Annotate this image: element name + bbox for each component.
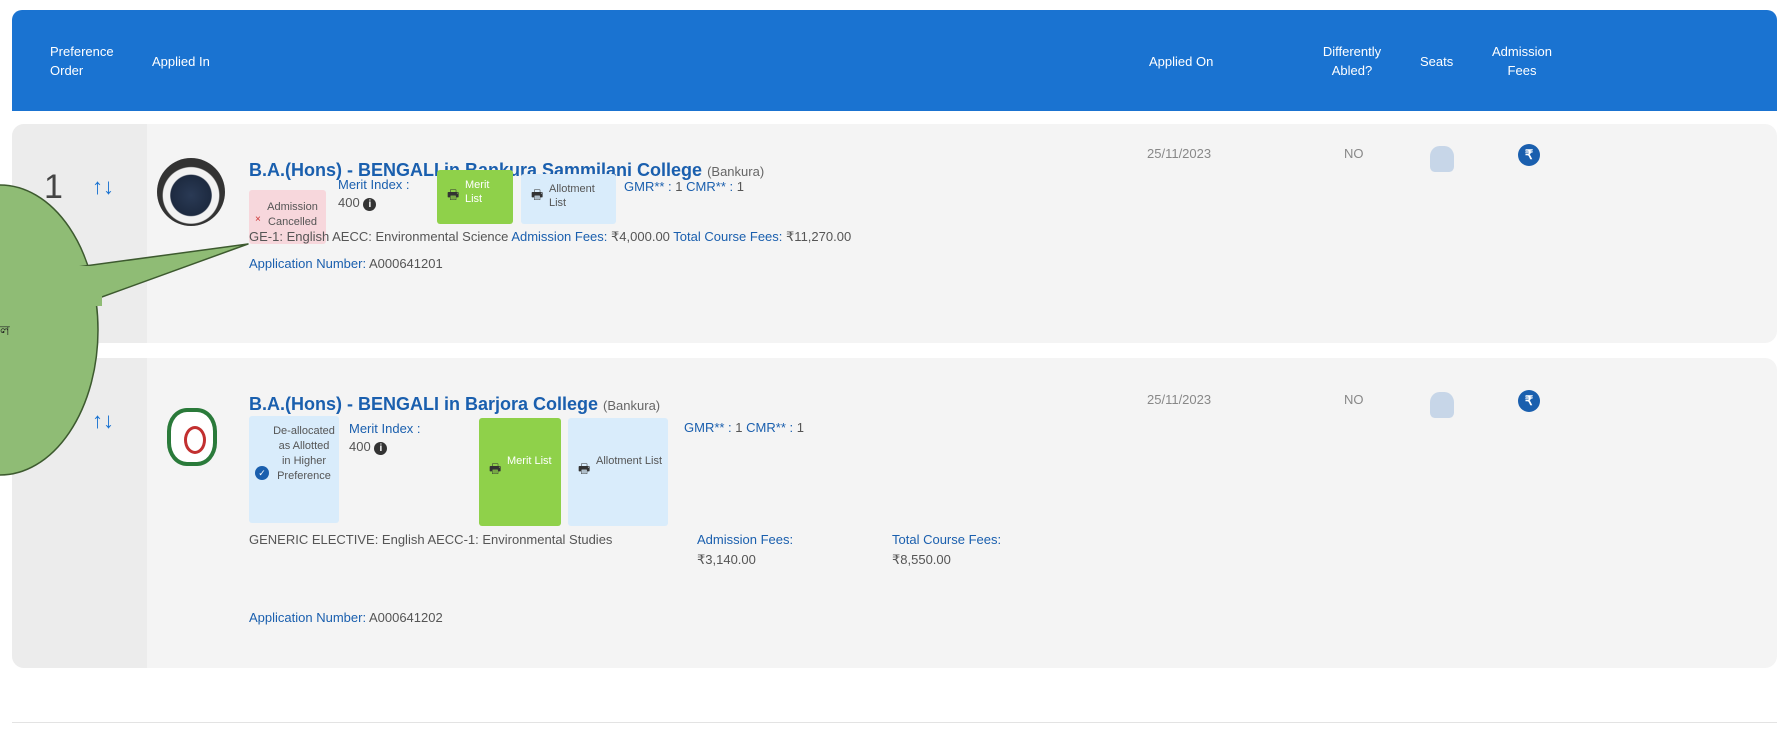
merit-list-label: Merit List (507, 455, 552, 467)
gmr-value: 1 (675, 179, 683, 194)
merit-list-button[interactable]: 🖶 Merit List (479, 418, 561, 526)
admission-fees-label: Admission Fees: (697, 532, 794, 547)
app-no-value: A000641202 (368, 610, 443, 625)
allotment-list-button[interactable]: 🖶 Allotment List (568, 418, 668, 526)
admission-fees: Admission Fees: ₹3,140.00 (697, 530, 837, 570)
divider (12, 722, 1777, 736)
printer-icon: 🖶 (447, 187, 460, 202)
course-title[interactable]: B.A.(Hons) - BENGALI in Barjora College … (249, 394, 660, 415)
seat-icon[interactable] (1430, 146, 1454, 172)
course-name: B.A.(Hons) - BENGALI in Barjora College (249, 394, 599, 414)
gmr-label: GMR** : (684, 420, 732, 435)
applied-on-date: 25/11/2023 (1147, 392, 1212, 407)
merit-list-button[interactable]: 🖶 Merit List (437, 170, 513, 224)
table-row: 1 ↑↓ B.A.(Hons) - BENGALI in Bankura Sam… (12, 124, 1777, 343)
printer-icon: 🖶 (578, 461, 591, 476)
gmr-value: 1 (735, 420, 743, 435)
fee-payment-icon[interactable]: ₹ (1518, 144, 1540, 166)
applied-on-date: 25/11/2023 (1147, 146, 1212, 161)
application-number: Application Number: A000641202 (249, 610, 443, 625)
cmr-value: 1 (736, 179, 744, 194)
merit-index: Merit Index : 400 i (338, 176, 428, 212)
total-fees-value: ₹11,270.00 (786, 229, 852, 244)
subject-line: GE-1: English AECC: Environmental Scienc… (249, 229, 851, 245)
info-icon[interactable]: i (363, 198, 377, 211)
gmr-label: GMR** : (624, 179, 672, 194)
total-fees: Total Course Fees: ₹8,550.00 (892, 530, 1062, 570)
app-no-label: Application Number: (249, 256, 367, 271)
callout-text: ল (0, 323, 10, 338)
printer-icon: 🖶 (531, 187, 544, 202)
district: (Bankura) (603, 398, 661, 413)
merit-list-label: Merit List (465, 179, 490, 205)
allotment-list-button[interactable]: 🖶 Allotment List (521, 174, 616, 224)
app-no-value: A000641201 (368, 256, 443, 271)
status-text: De-allocated as Allotted in Higher Prefe… (273, 425, 335, 482)
subjects: GE-1: English AECC: Environmental Scienc… (249, 229, 509, 244)
total-fees-label: Total Course Fees: (892, 532, 1002, 547)
page: Preference Order Applied In Applied On D… (0, 0, 1781, 736)
differently-abled-value: NO (1344, 392, 1364, 407)
header-admission-fees: Admission Fees (1492, 44, 1552, 78)
admission-fees-label: Admission Fees: (511, 229, 608, 244)
cmr-value: 1 (796, 420, 804, 435)
merit-index: Merit Index : 400 i (349, 420, 439, 456)
cmr-label: CMR** : (686, 179, 734, 194)
status-text: Admission Cancelled (267, 201, 318, 228)
app-no-label: Application Number: (249, 610, 367, 625)
total-fees-value: ₹8,550.00 (892, 552, 951, 567)
header-applied-on: Applied On (1149, 54, 1214, 69)
gmr-cmr: GMR** : 1 CMR** : 1 (684, 420, 804, 435)
header-differently-abled: Differently Abled? (1322, 44, 1382, 78)
admission-fees-value: ₹4,000.00 (611, 229, 670, 244)
subjects: GENERIC ELECTIVE: English AECC-1: Enviro… (249, 532, 613, 547)
differently-abled-value: NO (1344, 146, 1364, 161)
gmr-cmr: GMR** : 1 CMR** : 1 (624, 179, 744, 194)
info-icon[interactable]: i (374, 442, 388, 455)
merit-label: Merit Index : (338, 177, 410, 192)
callout-bubble (0, 184, 249, 476)
status-badge: ✓ De-allocated as Allotted in Higher Pre… (249, 416, 339, 523)
allotment-list-label: Allotment List (596, 455, 663, 467)
header-seats: Seats (1420, 54, 1454, 69)
fee-payment-icon[interactable]: ₹ (1518, 390, 1540, 412)
cmr-label: CMR** : (746, 420, 794, 435)
application-number: Application Number: A000641201 (249, 256, 443, 271)
merit-label: Merit Index : (349, 421, 421, 436)
district: (Bankura) (707, 164, 765, 179)
table-header: Preference Order Applied In Applied On D… (12, 10, 1777, 111)
merit-value: 400 (338, 195, 360, 210)
table-row: 2 ↑↓ B.A.(Hons) - BENGALI in Barjora Col… (12, 358, 1777, 668)
admission-fees-value: ₹3,140.00 (697, 552, 756, 567)
seat-icon[interactable] (1430, 392, 1454, 418)
merit-value: 400 (349, 439, 371, 454)
total-fees-label: Total Course Fees: (673, 229, 783, 244)
allotment-list-label: Allotment List (549, 183, 595, 209)
printer-icon: 🖶 (489, 461, 502, 476)
